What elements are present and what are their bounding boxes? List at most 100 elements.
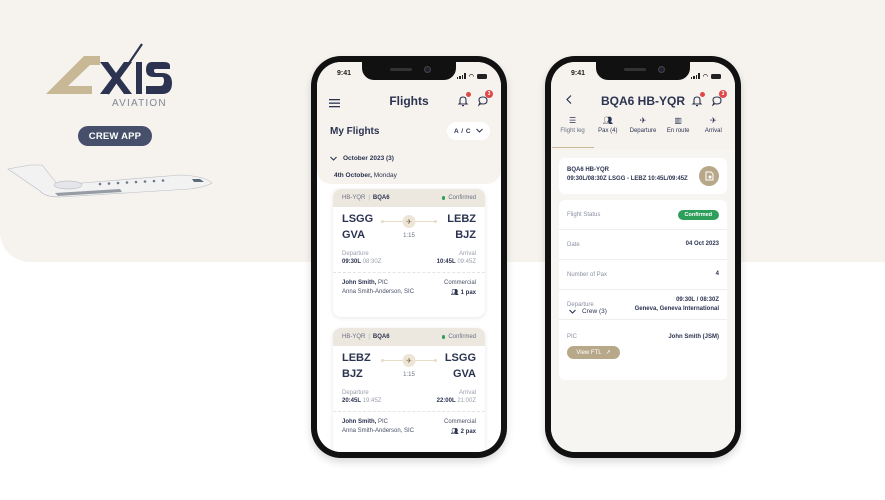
back-icon[interactable]: [566, 95, 572, 107]
crew-summary: John Smith, PIC Anna Smith-Anderson, SIC…: [333, 412, 485, 435]
takeoff-icon: ✈: [639, 116, 647, 125]
aircraft-filter-dropdown[interactable]: A / C: [447, 122, 490, 140]
logo-subtitle: AVIATION: [112, 98, 167, 109]
detail-key: Number of Pax: [567, 271, 608, 278]
pax-count: 2 pax: [460, 428, 476, 435]
people-icon: 👥︎: [451, 290, 459, 296]
origin-icao: LEBZ: [342, 352, 371, 364]
logo-s-shape: [146, 62, 172, 94]
summary-title: BQA6 HB-YQR: [567, 167, 610, 173]
dest-icao: LEBZ: [447, 213, 476, 225]
status-label: Confirmed: [448, 334, 476, 340]
detail-key: Date: [567, 241, 580, 248]
status-badge: Confirmed: [441, 195, 476, 201]
phone-notch: [362, 62, 456, 80]
day-label: 4th October, Monday: [334, 172, 397, 179]
wifi-icon: ◠: [702, 73, 708, 80]
flight-card-header: HB-YQR | BQA6 Confirmed: [333, 189, 485, 207]
notification-dot: [700, 92, 705, 97]
detail-row-date: Date 04 Oct 2023: [559, 230, 727, 260]
tab-pax[interactable]: 👥︎ Pax (4): [591, 116, 625, 142]
tab-departure[interactable]: ✈ Departure: [626, 116, 660, 142]
flight-type: Commercial: [443, 419, 476, 425]
crew-section-label: Crew (3): [582, 308, 607, 315]
tab-arrival[interactable]: ✈ Arrival: [696, 116, 730, 142]
dest-icao: LSGG: [444, 352, 476, 364]
detail-row-status: Flight Status Confirmed: [559, 200, 727, 230]
callsign: BQA6: [372, 334, 390, 340]
plane-icon: ✈: [402, 354, 416, 367]
arr-utc-time: 21:00Z: [457, 398, 476, 404]
chat-icon[interactable]: 3: [711, 90, 727, 107]
tab-label: Pax (4): [598, 128, 618, 134]
pic-role: PIC: [376, 419, 389, 425]
tab-flight-leg[interactable]: ☰ Flight leg: [551, 116, 594, 148]
list-icon: ☰: [569, 116, 577, 125]
origin-icao: LSGG: [342, 213, 374, 225]
arrival-label: Arrival: [458, 390, 476, 396]
crew-section-toggle[interactable]: Crew (3): [569, 308, 607, 315]
hamburger-icon[interactable]: [329, 95, 340, 113]
crew-role: PIC: [567, 334, 578, 340]
dep-utc-time: 08:30Z: [362, 259, 382, 265]
month-group-toggle[interactable]: October 2023 (3): [330, 155, 394, 162]
chat-badge: 3: [719, 90, 727, 98]
crew-name: John Smith (JSM): [668, 334, 719, 340]
flights-header: 9:41 ◠ Flights 3 My Flights A / C: [317, 62, 501, 184]
signal-icon: [690, 73, 700, 79]
detail-value: 4: [715, 271, 719, 277]
registration: HB-YQR: [342, 195, 366, 201]
pic-name: John Smith,: [342, 280, 377, 286]
private-jet-image: [7, 164, 213, 198]
view-ftl-label: View FTL: [576, 349, 602, 356]
status-dot-icon: [441, 196, 446, 200]
status-time: 9:41: [571, 70, 586, 77]
wifi-icon: ◠: [468, 73, 474, 80]
signal-icon: [456, 73, 466, 79]
phone-notch: [596, 62, 690, 80]
chevron-down-icon: [330, 156, 337, 161]
dep-local-time: 09:30L: [342, 259, 362, 265]
sic-name: Anna Smith-Anderson, SIC: [342, 289, 415, 295]
chat-icon[interactable]: 3: [477, 90, 493, 107]
flight-card[interactable]: HB-YQR | BQA6 Confirmed LEBZ BJZ ✈ 1:15 LS…: [333, 328, 485, 452]
bell-icon[interactable]: [457, 92, 471, 107]
detail-key: Departure: [567, 301, 594, 308]
dest-iata: BJZ: [455, 229, 476, 241]
bell-icon[interactable]: [691, 92, 705, 107]
external-link-icon: ↗: [605, 350, 611, 356]
route: LSGG GVA ✈ 1:15 LEBZ BJZ: [333, 207, 485, 251]
people-icon: 👥︎: [602, 116, 613, 125]
battery-icon: [477, 73, 487, 79]
summary-route: 09:30L/08:30Z LSGG - LEBZ 10:45L/09:45Z: [567, 176, 688, 182]
section-title: My Flights: [330, 125, 380, 137]
logo-i-shape: [136, 62, 142, 94]
landing-icon: ✈: [709, 116, 717, 125]
detail-value-airport: Geneva, Geneva International: [634, 305, 719, 312]
page-title: BQA6 HB-YQR: [600, 94, 685, 108]
tab-label: En route: [666, 128, 690, 134]
status-dot-icon: [441, 335, 446, 339]
chat-badge: 3: [485, 90, 493, 98]
tab-label: Arrival: [704, 128, 722, 134]
detail-row-pax: Number of Pax 4: [559, 260, 727, 290]
detail-tabs: ☰ Flight leg 👥︎ Pax (4) ✈ Departure ▥ En…: [551, 116, 735, 148]
crew-app-badge[interactable]: CREW APP: [78, 126, 152, 146]
sic-name: Anna Smith-Anderson, SIC: [342, 428, 415, 434]
battery-icon: [711, 73, 721, 79]
pic-name: John Smith,: [342, 419, 377, 425]
flight-card[interactable]: HB-YQR | BQA6 Confirmed LSGG GVA ✈ 1:15 LE…: [333, 189, 485, 317]
detail-key: Flight Status: [567, 211, 601, 218]
axis-logo: [46, 43, 172, 95]
departure-label: Departure: [342, 251, 369, 257]
arrival-label: Arrival: [458, 251, 476, 257]
filter-label: A / C: [453, 127, 472, 135]
tab-en-route[interactable]: ▥ En route: [661, 116, 695, 142]
view-ftl-button[interactable]: View FTL ↗: [567, 346, 620, 359]
document-icon[interactable]: [699, 166, 719, 186]
tab-label: Departure: [629, 128, 657, 134]
month-group-label: October 2023 (3): [343, 155, 394, 162]
phone-flights-list: 9:41 ◠ Flights 3 My Flights A / C Octobe…: [311, 56, 507, 458]
route: LEBZ BJZ ✈ 1:15 LSGG GVA: [333, 346, 485, 390]
chevron-down-icon: [569, 309, 576, 314]
